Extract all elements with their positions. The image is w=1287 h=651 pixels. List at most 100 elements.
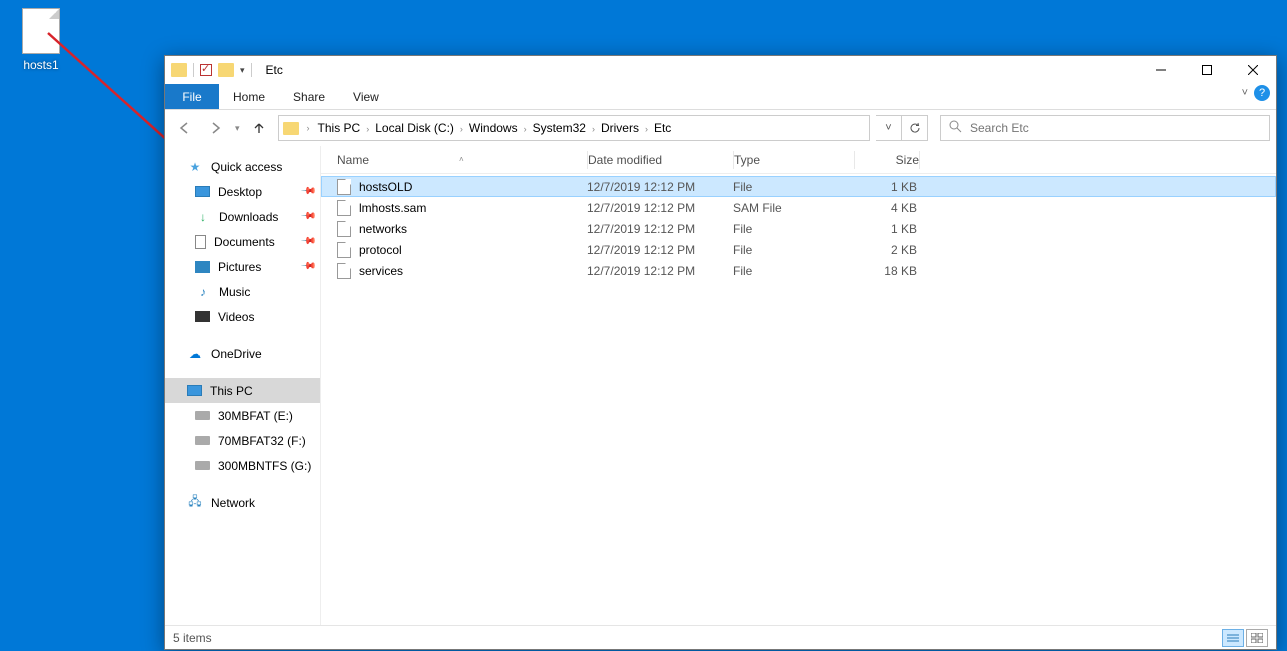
file-size: 2 KB bbox=[853, 243, 917, 257]
file-row[interactable]: protocol12/7/2019 12:12 PMFile2 KB bbox=[321, 239, 1276, 260]
qat-dropdown[interactable]: ▾ bbox=[240, 65, 245, 76]
sidebar-item-music[interactable]: ♪Music bbox=[165, 279, 320, 304]
file-icon bbox=[22, 8, 60, 54]
videos-icon bbox=[195, 311, 210, 322]
chevron-right-icon[interactable]: › bbox=[305, 123, 312, 133]
file-type: File bbox=[733, 243, 853, 257]
col-date[interactable]: Date modified bbox=[588, 153, 733, 167]
search-input[interactable] bbox=[970, 121, 1261, 135]
arrow-up-icon bbox=[252, 121, 266, 135]
chevron-right-icon[interactable]: › bbox=[643, 124, 650, 134]
file-name: lmhosts.sam bbox=[359, 201, 587, 215]
file-icon bbox=[337, 263, 351, 279]
sidebar-item-desktop[interactable]: Desktop📌 bbox=[165, 179, 320, 204]
sidebar-item-downloads[interactable]: ↓Downloads📌 bbox=[165, 204, 320, 229]
pin-icon: 📌 bbox=[299, 233, 316, 250]
file-icon bbox=[337, 221, 351, 237]
drive-icon bbox=[195, 411, 210, 420]
tab-home[interactable]: Home bbox=[219, 84, 279, 109]
tab-file[interactable]: File bbox=[165, 84, 219, 109]
window-title: Etc bbox=[266, 63, 283, 77]
sidebar-drive[interactable]: 30MBFAT (E:) bbox=[165, 403, 320, 428]
file-row[interactable]: lmhosts.sam12/7/2019 12:12 PMSAM File4 K… bbox=[321, 197, 1276, 218]
file-name: networks bbox=[359, 222, 587, 236]
pin-icon: 📌 bbox=[299, 208, 316, 225]
history-dropdown[interactable]: ▾ bbox=[235, 123, 240, 134]
breadcrumb-drivers[interactable]: Drivers bbox=[597, 121, 643, 135]
breadcrumb-local-disk-c-[interactable]: Local Disk (C:) bbox=[371, 121, 458, 135]
sidebar-drive[interactable]: 70MBFAT32 (F:) bbox=[165, 428, 320, 453]
properties-icon[interactable] bbox=[200, 64, 212, 76]
sidebar-this-pc[interactable]: This PC bbox=[165, 378, 320, 403]
refresh-icon bbox=[909, 122, 921, 134]
tab-share[interactable]: Share bbox=[279, 84, 339, 109]
breadcrumb-this-pc[interactable]: This PC bbox=[314, 121, 365, 135]
file-date: 12/7/2019 12:12 PM bbox=[587, 264, 733, 278]
file-size: 1 KB bbox=[853, 180, 917, 194]
drive-icon bbox=[195, 461, 210, 470]
file-icon bbox=[337, 179, 351, 195]
ribbon-expand-icon[interactable]: ˅ bbox=[1242, 87, 1248, 99]
music-icon: ♪ bbox=[195, 284, 211, 300]
documents-icon bbox=[195, 235, 206, 249]
chevron-right-icon[interactable]: › bbox=[590, 124, 597, 134]
file-row[interactable]: hostsOLD12/7/2019 12:12 PMFile1 KB bbox=[321, 176, 1276, 197]
close-button[interactable] bbox=[1230, 56, 1276, 84]
back-button[interactable] bbox=[171, 115, 197, 141]
sort-asc-icon: ˄ bbox=[459, 155, 464, 164]
quick-access-toolbar: ▾ bbox=[165, 63, 258, 77]
file-size: 1 KB bbox=[853, 222, 917, 236]
desktop-file-hosts1[interactable]: hosts1 bbox=[12, 8, 70, 72]
up-button[interactable] bbox=[246, 115, 272, 141]
view-details-button[interactable] bbox=[1222, 629, 1244, 647]
minimize-button[interactable] bbox=[1138, 56, 1184, 84]
network-icon: 🖧 bbox=[187, 495, 203, 511]
breadcrumb-windows[interactable]: Windows bbox=[465, 121, 522, 135]
cloud-icon: ☁ bbox=[187, 346, 203, 362]
help-button[interactable]: ? bbox=[1254, 85, 1270, 101]
minimize-icon bbox=[1156, 65, 1166, 75]
file-row[interactable]: services12/7/2019 12:12 PMFile18 KB bbox=[321, 260, 1276, 281]
details-view-icon bbox=[1227, 633, 1239, 643]
forward-button[interactable] bbox=[203, 115, 229, 141]
file-type: File bbox=[733, 222, 853, 236]
sidebar-onedrive[interactable]: ☁ OneDrive bbox=[165, 341, 320, 366]
breadcrumb-etc[interactable]: Etc bbox=[650, 121, 675, 135]
col-size[interactable]: Size bbox=[855, 153, 919, 167]
file-date: 12/7/2019 12:12 PM bbox=[587, 201, 733, 215]
chevron-right-icon[interactable]: › bbox=[458, 124, 465, 134]
folder-icon[interactable] bbox=[218, 63, 234, 77]
file-type: File bbox=[733, 180, 853, 194]
col-name[interactable]: Name˄ bbox=[337, 153, 587, 167]
titlebar: ▾ Etc bbox=[165, 56, 1276, 84]
file-type: SAM File bbox=[733, 201, 853, 215]
sidebar-item-documents[interactable]: Documents📌 bbox=[165, 229, 320, 254]
col-type[interactable]: Type bbox=[734, 153, 854, 167]
maximize-icon bbox=[1202, 65, 1212, 75]
address-bar[interactable]: › This PC›Local Disk (C:)›Windows›System… bbox=[278, 115, 870, 141]
folder-icon bbox=[283, 122, 299, 135]
tab-view[interactable]: View bbox=[339, 84, 393, 109]
sidebar-quick-access[interactable]: ★ Quick access bbox=[165, 154, 320, 179]
search-icon bbox=[949, 120, 962, 136]
address-dropdown[interactable]: ˅ bbox=[876, 115, 902, 141]
file-row[interactable]: networks12/7/2019 12:12 PMFile1 KB bbox=[321, 218, 1276, 239]
file-explorer-window: ▾ Etc File Home Share View ˅ ? bbox=[164, 55, 1277, 650]
view-thumbnails-button[interactable] bbox=[1246, 629, 1268, 647]
file-date: 12/7/2019 12:12 PM bbox=[587, 180, 733, 194]
breadcrumb-system32[interactable]: System32 bbox=[529, 121, 590, 135]
pin-icon: 📌 bbox=[299, 258, 316, 275]
sidebar-item-pictures[interactable]: Pictures📌 bbox=[165, 254, 320, 279]
refresh-button[interactable] bbox=[902, 115, 928, 141]
sidebar-network[interactable]: 🖧 Network bbox=[165, 490, 320, 515]
file-name: protocol bbox=[359, 243, 587, 257]
chevron-right-icon[interactable]: › bbox=[522, 124, 529, 134]
sidebar-item-videos[interactable]: Videos bbox=[165, 304, 320, 329]
sidebar-drive[interactable]: 300MBNTFS (G:) bbox=[165, 453, 320, 478]
search-box[interactable] bbox=[940, 115, 1270, 141]
desktop-file-label: hosts1 bbox=[12, 58, 70, 72]
maximize-button[interactable] bbox=[1184, 56, 1230, 84]
file-type: File bbox=[733, 264, 853, 278]
file-size: 4 KB bbox=[853, 201, 917, 215]
file-rows[interactable]: hostsOLD12/7/2019 12:12 PMFile1 KBlmhost… bbox=[321, 174, 1276, 625]
